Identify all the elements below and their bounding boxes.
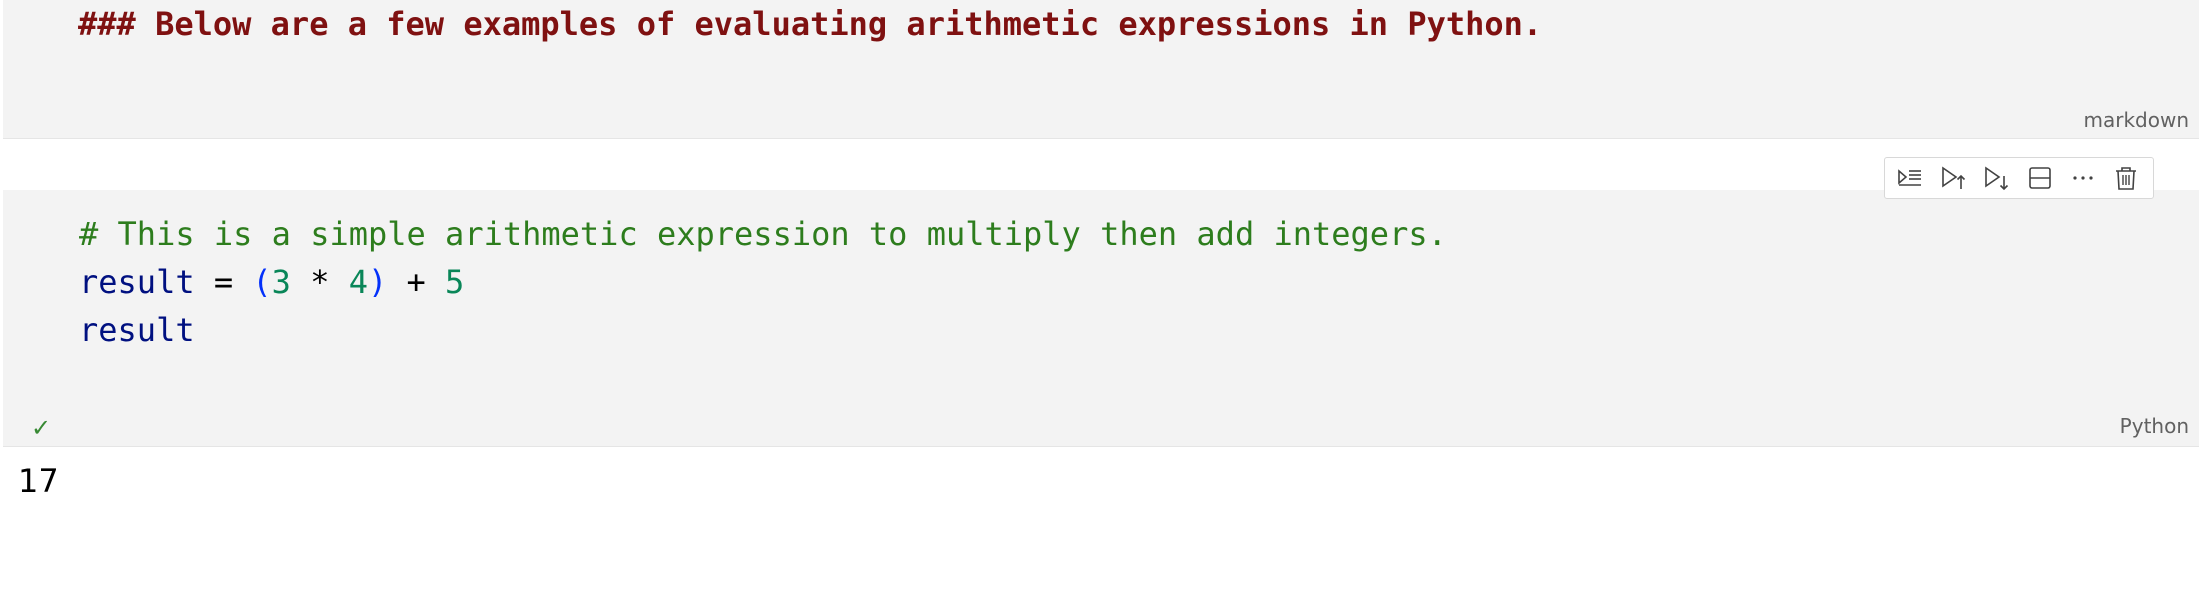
execute-above-icon — [1942, 166, 1966, 189]
execute-above-button[interactable] — [1936, 160, 1969, 196]
run-by-line-button[interactable] — [1893, 160, 1926, 196]
run-by-line-icon — [1897, 169, 1921, 186]
markdown-language-label[interactable]: markdown — [2083, 108, 2189, 132]
code-paren-close: ) — [367, 263, 388, 301]
code-paren-open: ( — [252, 263, 272, 301]
split-cell-icon — [2028, 167, 2051, 189]
code-operator-multiply: * — [290, 263, 349, 301]
markdown-source[interactable]: ### Below are a few examples of evaluati… — [78, 4, 1542, 44]
markdown-cell[interactable]: ### Below are a few examples of evaluati… — [3, 0, 2199, 139]
code-editor[interactable]: # This is a simple arithmetic expression… — [79, 210, 1447, 354]
code-number: 4 — [348, 263, 368, 301]
code-variable: result — [79, 263, 195, 301]
code-line-result: result — [79, 306, 1447, 354]
code-number: 3 — [271, 263, 291, 301]
code-line-comment: # This is a simple arithmetic expression… — [79, 210, 1447, 258]
split-cell-button[interactable] — [2023, 160, 2056, 196]
execution-success-icon: ✓ — [31, 414, 52, 442]
delete-cell-icon — [2116, 167, 2137, 190]
cell-output: 17 — [18, 462, 59, 500]
cell-toolbar — [1884, 157, 2154, 199]
code-variable: result — [79, 311, 195, 349]
code-language-label[interactable]: Python — [2120, 414, 2189, 438]
code-operator-add: + — [387, 263, 446, 301]
more-actions-button[interactable] — [2066, 160, 2099, 196]
code-number: 5 — [445, 263, 465, 301]
code-operator-assign: = — [194, 263, 253, 301]
execute-below-icon — [1985, 166, 2009, 191]
code-cell[interactable]: # This is a simple arithmetic expression… — [3, 190, 2199, 447]
execute-below-button[interactable] — [1980, 160, 2013, 196]
delete-cell-button[interactable] — [2110, 160, 2143, 196]
more-actions-icon — [2073, 176, 2093, 180]
code-comment: # This is a simple arithmetic expression… — [79, 215, 1447, 253]
code-line-assignment: result = (3 * 4) + 5 — [79, 258, 1447, 306]
